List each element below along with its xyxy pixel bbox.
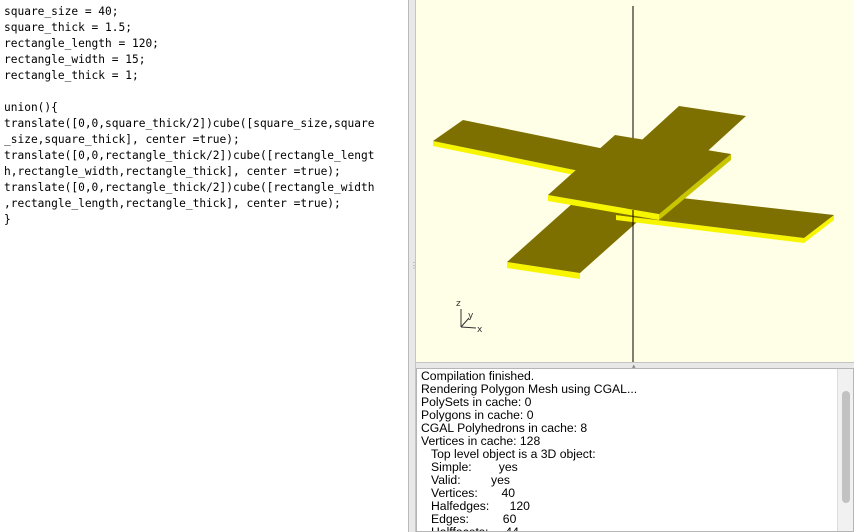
console-scrollbar-thumb[interactable] — [842, 391, 850, 503]
code-line[interactable]: translate([0,0,rectangle_thick/2])cube([… — [4, 148, 408, 164]
axis-label-z: z — [456, 299, 461, 309]
code-line[interactable]: ,rectangle_length,rectangle_thick], cent… — [4, 196, 408, 212]
axes-indicator: z y x — [456, 299, 483, 335]
console-scrollbar[interactable] — [837, 369, 853, 531]
vertical-splitter[interactable]: ⋮ — [409, 0, 418, 532]
axis-label-y: y — [468, 311, 474, 321]
code-line[interactable] — [4, 84, 408, 100]
splitter-grip-icon: ⋮ — [410, 261, 418, 270]
code-line[interactable]: translate([0,0,square_thick/2])cube([squ… — [4, 116, 408, 132]
code-text[interactable]: square_size = 40; square_thick = 1.5; rect… — [0, 0, 408, 228]
console-panel[interactable]: Compilation finished. Rendering Polygon M… — [416, 368, 854, 532]
console-output: Compilation finished. Rendering Polygon M… — [421, 370, 637, 532]
code-line[interactable]: } — [4, 212, 408, 228]
code-line[interactable]: union(){ — [4, 100, 408, 116]
code-line[interactable]: rectangle_width = 15; — [4, 52, 408, 68]
3d-viewport[interactable]: z y x — [416, 0, 854, 362]
console-line: Halffacets: 44 — [431, 525, 519, 532]
3d-model-view: z y x — [433, 6, 834, 362]
code-line[interactable]: rectangle_thick = 1; — [4, 68, 408, 84]
code-line[interactable]: translate([0,0,rectangle_thick/2])cube([… — [4, 180, 408, 196]
code-line[interactable]: rectangle_length = 120; — [4, 36, 408, 52]
code-line[interactable]: square_size = 40; — [4, 4, 408, 20]
axis-label-x: x — [477, 325, 483, 335]
code-line[interactable]: _size,square_thick], center =true); — [4, 132, 408, 148]
code-line[interactable]: square_thick = 1.5; — [4, 20, 408, 36]
code-line[interactable]: h,rectangle_width,rectangle_thick], cent… — [4, 164, 408, 180]
code-editor[interactable]: square_size = 40; square_thick = 1.5; rect… — [0, 0, 409, 532]
